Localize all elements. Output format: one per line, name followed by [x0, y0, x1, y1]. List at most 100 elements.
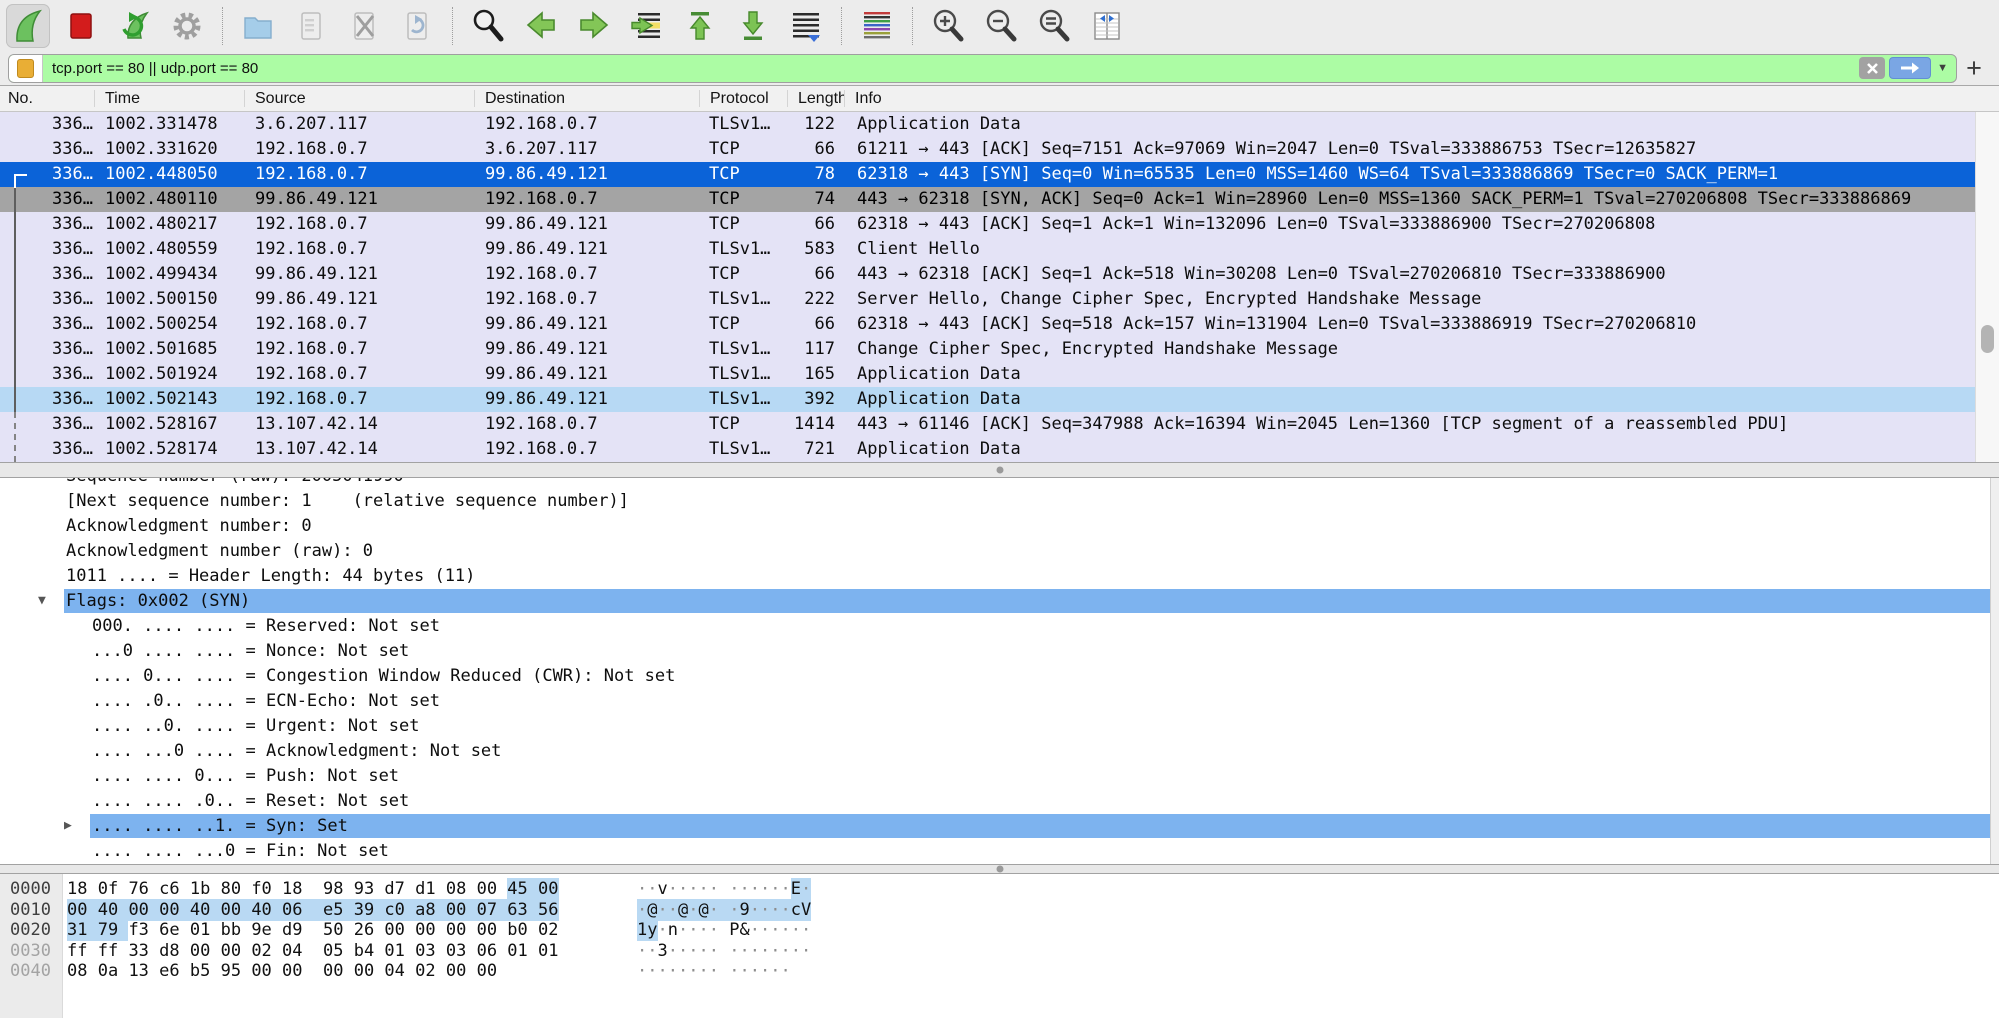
ascii-char: ·: [699, 919, 709, 941]
go-to-packet-button[interactable]: [625, 4, 669, 48]
pane-splitter-bottom[interactable]: [0, 864, 1999, 874]
filter-dropdown-caret[interactable]: ▼: [1937, 62, 1952, 74]
restart-capture-button[interactable]: [112, 4, 156, 48]
reload-file-button[interactable]: [395, 4, 439, 48]
packet-row[interactable]: 336…1002.52817413.107.42.14192.168.0.7TL…: [0, 437, 1975, 462]
hex-byte: 00: [221, 940, 252, 962]
filter-apply-button[interactable]: [1889, 57, 1931, 79]
hex-row[interactable]: 0030ff ff 33 d8 00 00 02 04 05 b4 01 03 …: [0, 941, 1999, 962]
zoom-out-button[interactable]: [979, 4, 1023, 48]
filter-bar: tcp.port == 80 || udp.port == 80 ▼ +: [0, 51, 1999, 86]
open-file-button[interactable]: [236, 4, 280, 48]
hex-byte: 00: [384, 919, 415, 941]
previous-packet-button[interactable]: [519, 4, 563, 48]
resize-columns-button[interactable]: [1085, 4, 1129, 48]
column-header-destination[interactable]: Destination: [475, 90, 700, 107]
packet-row[interactable]: 336…1002.480217192.168.0.799.86.49.121TC…: [0, 212, 1975, 237]
cell-info: Server Hello, Change Cipher Spec, Encryp…: [845, 287, 1975, 312]
hex-row[interactable]: 002031 79 f3 6e 01 bb 9e d9 50 26 00 00 …: [0, 920, 1999, 941]
cell-source: 99.86.49.121: [245, 287, 475, 312]
hex-ascii: ··3····· ········: [637, 941, 811, 962]
cell-source: 192.168.0.7: [245, 162, 475, 187]
zoom-reset-button[interactable]: [1032, 4, 1076, 48]
hex-row[interactable]: 004008 0a 13 e6 b5 95 00 00 00 00 04 02 …: [0, 961, 1999, 982]
detail-row[interactable]: .... ...0 .... = Acknowledgment: Not set: [0, 738, 1999, 763]
filter-clear-button[interactable]: [1859, 57, 1885, 79]
packet-list-scrollbar[interactable]: [1975, 112, 1999, 462]
last-packet-button[interactable]: [731, 4, 775, 48]
find-packet-button[interactable]: [466, 4, 510, 48]
hex-ascii: 1y·n···· P&······: [637, 920, 811, 941]
expand-arrow-down-icon[interactable]: ▼: [38, 593, 64, 608]
packet-row[interactable]: 336…1002.52816713.107.42.14192.168.0.7TC…: [0, 412, 1975, 437]
cell-source: 13.107.42.14: [245, 412, 475, 437]
cell-destination: 99.86.49.121: [475, 387, 700, 412]
pane-splitter-top[interactable]: [0, 462, 1999, 478]
column-header-length[interactable]: Length: [788, 90, 845, 107]
close-file-button[interactable]: [342, 4, 386, 48]
capture-options-button[interactable]: [165, 4, 209, 48]
packet-row[interactable]: 336…1002.3314783.6.207.117192.168.0.7TLS…: [0, 112, 1975, 137]
next-packet-button[interactable]: [572, 4, 616, 48]
ascii-char: ·: [668, 878, 678, 900]
zoom-in-button[interactable]: [926, 4, 970, 48]
reload-document-icon: [400, 8, 434, 44]
expand-arrow-right-icon[interactable]: ▶: [64, 818, 90, 833]
first-packet-button[interactable]: [678, 4, 722, 48]
column-header-time[interactable]: Time: [95, 90, 245, 107]
packet-row[interactable]: 336…1002.49943499.86.49.121192.168.0.7TC…: [0, 262, 1975, 287]
column-header-info[interactable]: Info: [845, 90, 1999, 107]
stop-capture-button[interactable]: [59, 4, 103, 48]
cell-destination: 192.168.0.7: [475, 262, 700, 287]
colorize-packets-button[interactable]: [855, 4, 899, 48]
detail-row[interactable]: .... ..0. .... = Urgent: Not set: [0, 713, 1999, 738]
packet-row[interactable]: 336…1002.501924192.168.0.799.86.49.121TL…: [0, 362, 1975, 387]
filter-bookmark-button[interactable]: [9, 55, 43, 82]
hex-byte: b4: [354, 940, 385, 962]
details-scrollbar-gutter[interactable]: [1990, 478, 1999, 864]
detail-row[interactable]: .... .... 0... = Push: Not set: [0, 763, 1999, 788]
detail-row[interactable]: ...0 .... .... = Nonce: Not set: [0, 638, 1999, 663]
detail-row[interactable]: .... .... .0.. = Reset: Not set: [0, 788, 1999, 813]
cell-info: 62318 → 443 [ACK] Seq=518 Ack=157 Win=13…: [845, 312, 1975, 337]
packet-row[interactable]: 336…1002.480559192.168.0.799.86.49.121TL…: [0, 237, 1975, 262]
packet-row[interactable]: 336…1002.48011099.86.49.121192.168.0.7TC…: [0, 187, 1975, 212]
detail-row[interactable]: [Next sequence number: 1 (relative seque…: [0, 488, 1999, 513]
display-filter-input[interactable]: tcp.port == 80 || udp.port == 80: [43, 55, 1859, 82]
packet-row[interactable]: 336…1002.500254192.168.0.799.86.49.121TC…: [0, 312, 1975, 337]
column-header-source[interactable]: Source: [245, 90, 475, 107]
detail-row[interactable]: Sequence number (raw): 2005041990: [0, 478, 1999, 488]
hex-row[interactable]: 001000 40 00 00 40 00 40 06 e5 39 c0 a8 …: [0, 900, 1999, 921]
hex-byte: 39: [354, 899, 385, 921]
detail-row[interactable]: .... .0.. .... = ECN-Echo: Not set: [0, 688, 1999, 713]
detail-row[interactable]: ▼Flags: 0x002 (SYN): [0, 588, 1999, 613]
detail-row[interactable]: 1011 .... = Header Length: 44 bytes (11): [0, 563, 1999, 588]
hex-byte: 56: [538, 899, 558, 921]
packet-row[interactable]: 336…1002.501685192.168.0.799.86.49.121TL…: [0, 337, 1975, 362]
detail-row[interactable]: Acknowledgment number: 0: [0, 513, 1999, 538]
hex-offset: 0020: [0, 920, 62, 941]
packet-row[interactable]: 336…1002.50015099.86.49.121192.168.0.7TL…: [0, 287, 1975, 312]
detail-row[interactable]: .... 0... .... = Congestion Window Reduc…: [0, 663, 1999, 688]
column-header-protocol[interactable]: Protocol: [700, 90, 788, 107]
start-capture-button[interactable]: [6, 4, 50, 48]
ascii-char: ·: [760, 878, 770, 900]
detail-row[interactable]: 000. .... .... = Reserved: Not set: [0, 613, 1999, 638]
hex-row[interactable]: 000018 0f 76 c6 1b 80 f0 18 98 93 d7 d1 …: [0, 879, 1999, 900]
packet-row[interactable]: 336…1002.448050192.168.0.799.86.49.121TC…: [0, 162, 1975, 187]
detail-row[interactable]: .... .... ...0 = Fin: Not set: [0, 838, 1999, 863]
scrollbar-thumb[interactable]: [1981, 325, 1994, 353]
ascii-char: ·: [770, 899, 780, 921]
hex-byte: 01: [507, 940, 538, 962]
auto-scroll-button[interactable]: [784, 4, 828, 48]
detail-row[interactable]: ▶.... .... ..1. = Syn: Set: [0, 813, 1999, 838]
cell-source: 99.86.49.121: [245, 187, 475, 212]
packet-row[interactable]: 336…1002.331620192.168.0.73.6.207.117TCP…: [0, 137, 1975, 162]
conversation-bracket-corner: [14, 174, 27, 188]
detail-row[interactable]: Acknowledgment number (raw): 0: [0, 538, 1999, 563]
shark-fin-icon: [11, 8, 45, 44]
packet-row[interactable]: 336…1002.502143192.168.0.799.86.49.121TL…: [0, 387, 1975, 412]
column-header-no[interactable]: No.: [0, 90, 95, 107]
filter-add-button[interactable]: +: [1957, 53, 1991, 83]
save-file-button[interactable]: [289, 4, 333, 48]
